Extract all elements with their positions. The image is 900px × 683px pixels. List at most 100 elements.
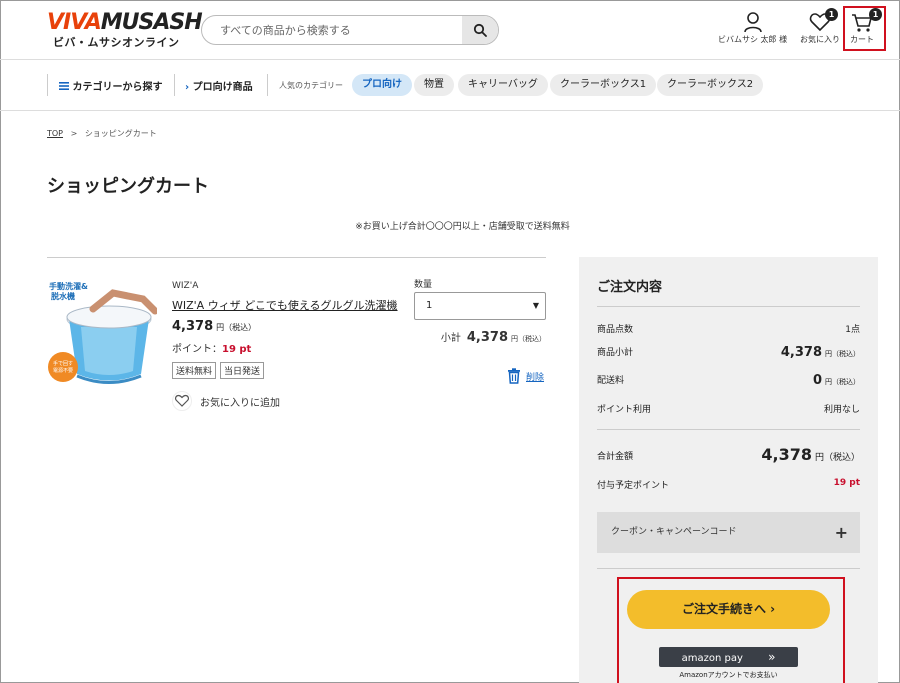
product-price-unit: 円（税込） bbox=[216, 323, 257, 332]
product-points-label: ポイント： bbox=[172, 344, 222, 355]
summary-shipping-value: 0 bbox=[812, 373, 822, 388]
heart-icon bbox=[172, 391, 192, 411]
item-subtotal-value: 4,378 bbox=[466, 330, 508, 345]
product-image-badge-1: 手で回す bbox=[53, 360, 73, 367]
quantity-value: 1 bbox=[426, 300, 433, 311]
product-image-badge-2: 電源不要 bbox=[53, 367, 73, 374]
summary-total-amount: 4,378 円（税込） bbox=[761, 445, 860, 464]
search-button[interactable] bbox=[462, 16, 498, 44]
breadcrumb: TOP > ショッピングカート bbox=[47, 128, 157, 139]
chip-carry-bag[interactable]: キャリーバッグ bbox=[458, 74, 548, 96]
delete-item-label: 削除 bbox=[526, 372, 545, 383]
summary-total-label: 合計金額 bbox=[597, 452, 634, 462]
summary-item-count-label: 商品点数 bbox=[597, 325, 634, 335]
logo-subtitle: ビバ・ムサシオンライン bbox=[53, 36, 180, 49]
summary-shipping-row: 配送料 0 円（税込） bbox=[597, 373, 860, 388]
account-link[interactable]: ビバムサシ 太郎 様 bbox=[718, 10, 787, 45]
delete-item-button[interactable]: 削除 bbox=[507, 368, 544, 384]
amazon-pay-button[interactable]: amazon pay » bbox=[659, 647, 798, 667]
category-menu-button[interactable]: カテゴリーから探す bbox=[59, 78, 162, 93]
category-menu-label: カテゴリーから探す bbox=[72, 82, 163, 93]
popular-categories-label: 人気のカテゴリー bbox=[279, 81, 343, 90]
nav-divider bbox=[267, 74, 268, 96]
page-title: ショッピングカート bbox=[47, 176, 209, 197]
product-image-caption-1: 手動洗濯& bbox=[49, 281, 88, 291]
favorites-label: お気に入り bbox=[800, 35, 840, 44]
quantity-select[interactable]: 1 ▼ bbox=[414, 292, 546, 320]
trash-icon bbox=[508, 368, 520, 384]
summary-divider bbox=[597, 306, 860, 307]
summary-shipping-amount: 0 円（税込） bbox=[813, 373, 860, 388]
logo-wordmark: VIVAMUSASH bbox=[47, 10, 203, 36]
add-to-favorites-label: お気に入りに追加 bbox=[200, 397, 280, 409]
logo-wordmark-first: VIVA bbox=[47, 10, 102, 35]
search-icon bbox=[473, 23, 487, 37]
summary-item-count-row: 商品点数 1点 bbox=[597, 322, 860, 335]
product-price-value: 4,378 bbox=[172, 319, 214, 334]
summary-subtotal-row: 商品小計 4,378 円（税込） bbox=[597, 345, 860, 360]
summary-total-row: 合計金額 4,378 円（税込） bbox=[597, 445, 860, 464]
chip-cooler-box-2[interactable]: クーラーボックス2 bbox=[657, 74, 764, 96]
coupon-code-toggle[interactable]: クーポン・キャンペーンコード + bbox=[597, 512, 860, 553]
menu-icon bbox=[59, 81, 69, 93]
tag-free-shipping: 送料無料 bbox=[172, 362, 217, 379]
summary-shipping-label: 配送料 bbox=[597, 376, 625, 386]
product-image-caption-2: 脱水機 bbox=[51, 291, 75, 301]
logo-wordmark-rest: MUSASH bbox=[100, 10, 203, 35]
order-summary-title: ご注文内容 bbox=[597, 280, 663, 295]
cart-count-badge: 1 bbox=[869, 8, 882, 21]
summary-total-value: 4,378 bbox=[761, 445, 812, 464]
item-subtotal: 小計 4,378 円（税込） bbox=[441, 329, 546, 345]
site-logo[interactable]: VIVAMUSASH ビバ・ムサシオンライン bbox=[47, 10, 203, 50]
breadcrumb-current: ショッピングカート bbox=[84, 129, 157, 138]
search-input[interactable] bbox=[202, 16, 464, 44]
summary-points-use-label: ポイント利用 bbox=[597, 405, 652, 415]
add-to-favorites-button[interactable]: お気に入りに追加 bbox=[172, 391, 280, 411]
product-name-link[interactable]: WIZ'A ウィザ どこでも使えるグルグル洗濯機 bbox=[172, 297, 398, 313]
category-nav: カテゴリーから探す › プロ向け商品 人気のカテゴリー プロ向け 物置 キャリー… bbox=[0, 60, 900, 111]
summary-divider bbox=[597, 429, 860, 430]
pro-products-link[interactable]: › プロ向け商品 bbox=[185, 78, 253, 93]
double-chevron-right-icon: » bbox=[768, 650, 776, 664]
account-label: ビバムサシ 太郎 様 bbox=[718, 35, 788, 44]
favorites-count-badge: 1 bbox=[825, 8, 838, 21]
tag-same-day-shipping: 当日発送 bbox=[220, 362, 265, 379]
nav-divider bbox=[174, 74, 175, 96]
cart-link[interactable]: 1 カート bbox=[850, 8, 882, 45]
summary-divider bbox=[597, 568, 860, 569]
product-image[interactable]: 手動洗濯& 脱水機 手で回す 電源不要 bbox=[47, 279, 157, 389]
quantity-label: 数量 bbox=[414, 280, 433, 290]
nav-divider bbox=[47, 74, 48, 96]
favorites-link[interactable]: 1 お気に入り bbox=[800, 8, 840, 45]
summary-earn-points-label: 付与予定ポイント bbox=[597, 481, 670, 491]
summary-shipping-unit: 円（税込） bbox=[825, 378, 860, 386]
product-price: 4,378 円（税込） bbox=[172, 319, 256, 334]
product-points-value: 19 pt bbox=[222, 344, 252, 355]
summary-total-unit: 円（税込） bbox=[814, 453, 860, 463]
summary-points-use-value: 利用なし bbox=[823, 405, 860, 415]
summary-subtotal-value: 4,378 bbox=[780, 345, 822, 360]
product-brand: WIZ'A bbox=[172, 281, 199, 291]
summary-item-count-value: 1点 bbox=[845, 325, 860, 335]
chip-pro[interactable]: プロ向け bbox=[352, 74, 412, 96]
plus-icon: + bbox=[834, 523, 848, 542]
item-subtotal-label: 小計 bbox=[440, 333, 461, 344]
item-divider bbox=[47, 257, 546, 258]
product-points: ポイント：19 pt bbox=[172, 340, 251, 355]
chip-cooler-box-1[interactable]: クーラーボックス1 bbox=[550, 74, 657, 96]
site-header: VIVAMUSASH ビバ・ムサシオンライン ビバムサシ 太郎 様 1 お気に入… bbox=[0, 0, 900, 60]
summary-subtotal-unit: 円（税込） bbox=[825, 350, 860, 358]
user-icon bbox=[743, 12, 762, 33]
breadcrumb-top-link[interactable]: TOP bbox=[47, 129, 63, 138]
chip-storage-shed[interactable]: 物置 bbox=[414, 74, 454, 96]
summary-subtotal-label: 商品小計 bbox=[597, 348, 634, 358]
summary-earn-points-row: 付与予定ポイント 19 pt bbox=[597, 478, 860, 491]
checkout-button[interactable]: ご注文手続きへ › bbox=[627, 590, 830, 629]
pro-products-label: プロ向け商品 bbox=[192, 82, 253, 93]
search-bar bbox=[201, 15, 499, 45]
chevron-right-icon: › bbox=[185, 82, 190, 93]
amazon-pay-logo: amazon pay bbox=[681, 653, 743, 664]
breadcrumb-separator: > bbox=[70, 129, 78, 138]
item-subtotal-unit: 円（税込） bbox=[511, 335, 546, 343]
cart-label: カート bbox=[850, 35, 874, 44]
